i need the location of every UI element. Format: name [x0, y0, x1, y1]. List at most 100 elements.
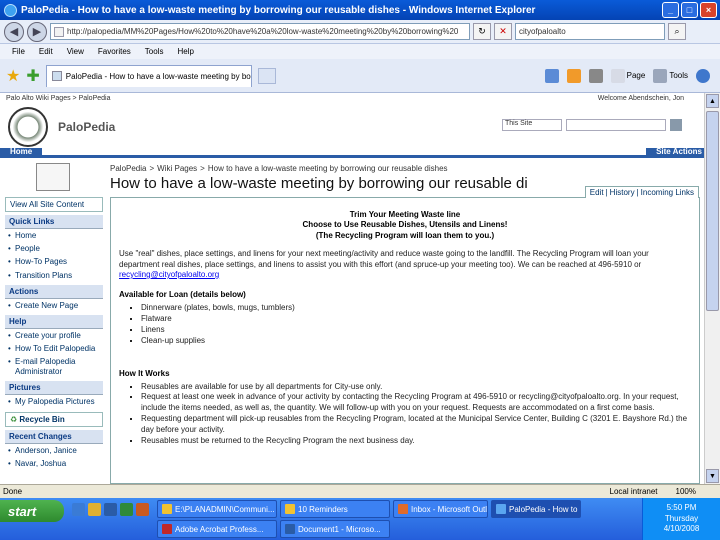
scroll-up-arrow-icon[interactable]: ▲	[706, 94, 719, 108]
home-icon[interactable]	[544, 68, 559, 83]
tab-page-icon	[51, 71, 62, 81]
page-menu-button[interactable]: Page	[610, 68, 646, 83]
task-acrobat[interactable]: Adobe Acrobat Profess...	[157, 520, 277, 538]
zoom-level[interactable]: 100%	[676, 487, 696, 496]
task-word[interactable]: Document1 - Microso...	[280, 520, 390, 538]
search-input[interactable]: cityofpaloalto	[515, 23, 665, 40]
clock-time[interactable]: 5:50 PM	[667, 503, 697, 513]
forward-button[interactable]: ▶	[27, 21, 47, 42]
add-favorite-icon[interactable]: ✚	[26, 66, 39, 86]
ie-quicklaunch-icon[interactable]	[72, 503, 85, 516]
nav-item-people[interactable]: People	[5, 242, 103, 255]
task-reminders[interactable]: 10 Reminders	[280, 500, 390, 518]
tools-menu-button[interactable]: Tools	[653, 68, 688, 83]
site-header: PaloPedia This Site	[0, 105, 720, 148]
site-name[interactable]: PaloPedia	[58, 120, 115, 134]
browser-tab[interactable]: PaloPedia - How to have a low-waste meet…	[45, 64, 252, 87]
tab-toolbar: ★ ✚ PaloPedia - How to have a low-waste …	[0, 59, 720, 93]
search-scope-select[interactable]: This Site	[502, 119, 562, 131]
minimize-button[interactable]: _	[662, 2, 679, 18]
security-zone[interactable]: Local intranet	[610, 487, 658, 496]
search-button[interactable]: ⌕	[668, 23, 686, 40]
print-icon[interactable]	[588, 68, 603, 83]
windows-taskbar: start E:\PLANADMIN\Communi... 10 Reminde…	[0, 498, 720, 540]
site-search: This Site	[502, 119, 682, 131]
site-search-input[interactable]	[566, 119, 666, 131]
nav-item-email-admin[interactable]: E-mail Palopedia Administrator	[5, 355, 103, 377]
outlook-quicklaunch-icon[interactable]	[88, 503, 101, 516]
stop-button[interactable]: ✕	[494, 23, 512, 40]
incoming-links-link[interactable]: Incoming Links	[641, 188, 694, 197]
history-link[interactable]: History	[610, 188, 635, 197]
welcome-menu[interactable]: Welcome Abendschein, Jon	[598, 95, 684, 103]
tab-separator: |	[605, 188, 608, 197]
scroll-down-arrow-icon[interactable]: ▼	[706, 469, 719, 483]
list-item: Requesting department will pick-up reusa…	[141, 414, 691, 436]
ie-logo-icon	[4, 3, 17, 17]
recycle-bin-label: Recycle Bin	[19, 414, 65, 424]
refresh-button[interactable]: ↻	[473, 23, 491, 40]
nav-item-transition-plans[interactable]: Transition Plans	[5, 269, 103, 282]
list-item: Flatware	[141, 314, 691, 325]
tab-home[interactable]: Home	[0, 147, 43, 156]
help-icon[interactable]	[696, 68, 710, 83]
list-item: Request at least one week in advance of …	[141, 392, 691, 414]
address-field[interactable]: http://palopedia/MM%20Pages/How%20to%20h…	[50, 23, 470, 40]
site-actions-menu[interactable]: Site Actions	[646, 147, 712, 156]
status-text: Done	[3, 487, 23, 496]
clock-day: Thursday	[664, 513, 699, 523]
view-all-site-content-link[interactable]: View All Site Content	[5, 197, 103, 212]
email-link[interactable]: recycling@cityofpaloalto.org	[119, 270, 219, 279]
menu-bar: File Edit View Favorites Tools Help	[0, 44, 720, 59]
maximize-button[interactable]: □	[681, 2, 698, 18]
menu-favorites[interactable]: Favorites	[98, 47, 131, 56]
scroll-thumb[interactable]	[706, 111, 719, 311]
nav-item-recent[interactable]: Navar, Joshua	[5, 457, 103, 470]
nav-item-create-new-page[interactable]: Create New Page	[5, 299, 103, 312]
breadcrumb-item: How to have a low-waste meeting by borro…	[207, 164, 448, 173]
task-outlook[interactable]: Inbox - Microsoft Outl...	[393, 500, 488, 518]
wiki-content: Edit | History | Incoming Links Trim You…	[110, 186, 700, 484]
nav-item-create-profile[interactable]: Create your profile	[5, 329, 103, 342]
site-search-button[interactable]	[670, 119, 682, 131]
list-item: Reusables must be returned to the Recycl…	[141, 436, 691, 447]
start-button[interactable]: start	[0, 500, 64, 522]
menu-view[interactable]: View	[67, 47, 84, 56]
site-trail[interactable]: Palo Alto Wiki Pages > PaloPedia	[6, 95, 110, 103]
word-quicklaunch-icon[interactable]	[104, 503, 117, 516]
nav-item-my-pictures[interactable]: My Palopedia Pictures	[5, 395, 103, 408]
new-tab-button[interactable]	[257, 67, 276, 84]
powerpoint-quicklaunch-icon[interactable]	[136, 503, 149, 516]
nav-heading-quick-links[interactable]: Quick Links	[5, 215, 103, 229]
nav-item-recent[interactable]: Anderson, Janice	[5, 444, 103, 457]
vertical-scrollbar[interactable]: ▲ ▼	[704, 93, 720, 484]
nav-item-home[interactable]: Home	[5, 229, 103, 242]
nav-item-how-to-pages[interactable]: How-To Pages	[5, 255, 103, 268]
menu-file[interactable]: File	[12, 47, 25, 56]
gear-icon	[653, 68, 668, 83]
edit-link[interactable]: Edit	[590, 188, 604, 197]
list-item: Clean-up supplies	[141, 336, 691, 347]
list-item: Dinnerware (plates, bowls, mugs, tumbler…	[141, 303, 691, 314]
recycle-bin-link[interactable]: ♻ Recycle Bin	[5, 411, 103, 427]
nav-heading-help[interactable]: Help	[5, 314, 103, 329]
menu-help[interactable]: Help	[177, 47, 193, 56]
banner-line: Trim Your Meeting Waste line	[349, 210, 461, 219]
breadcrumb-item[interactable]: Wiki Pages	[157, 164, 197, 173]
nav-heading-pictures[interactable]: Pictures	[5, 380, 103, 395]
close-button[interactable]: ×	[700, 2, 717, 18]
feeds-icon[interactable]	[566, 68, 581, 83]
excel-quicklaunch-icon[interactable]	[120, 503, 133, 516]
menu-edit[interactable]: Edit	[39, 47, 53, 56]
breadcrumb-item[interactable]: PaloPedia	[110, 164, 146, 173]
nav-item-how-to-edit[interactable]: How To Edit Palopedia	[5, 342, 103, 355]
nav-heading-actions[interactable]: Actions	[5, 284, 103, 299]
bell-icon	[285, 504, 295, 514]
nav-heading-recent-changes[interactable]: Recent Changes	[5, 429, 103, 444]
favorites-star-icon[interactable]: ★	[6, 66, 20, 86]
menu-tools[interactable]: Tools	[145, 47, 164, 56]
task-palopedia[interactable]: PaloPedia - How to h...	[491, 500, 581, 518]
back-button[interactable]: ◀	[4, 21, 24, 42]
task-explorer[interactable]: E:\PLANADMIN\Communi...	[157, 500, 277, 518]
page-menu-label: Page	[626, 71, 646, 80]
